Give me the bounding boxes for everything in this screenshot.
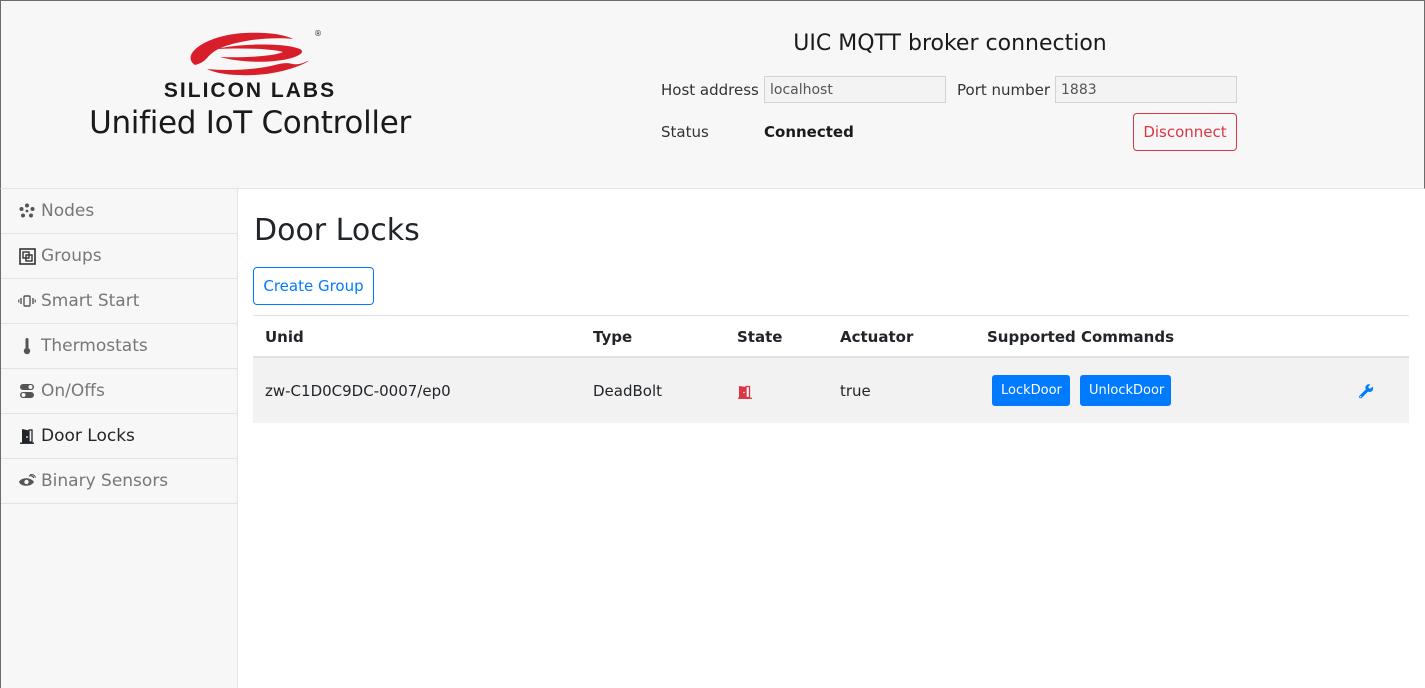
column-header-actuator[interactable]: Actuator xyxy=(840,328,913,346)
sidebar-item-label: Nodes xyxy=(41,201,95,221)
broker-status-row: Status Connected xyxy=(661,113,854,151)
sensor-icon xyxy=(18,472,36,490)
sidebar-item-label: Door Locks xyxy=(41,426,135,446)
host-label: Host address xyxy=(661,80,759,99)
app-header: ® SILICON LABS Unified IoT Controller UI… xyxy=(0,0,1425,189)
door-locks-table: Unid Type State Actuator Supported Comma… xyxy=(253,315,1409,423)
row-unid: zw-C1D0C9DC-0007/ep0 xyxy=(265,382,451,400)
silicon-labs-logo: ® xyxy=(190,29,322,76)
column-header-unid[interactable]: Unid xyxy=(265,328,304,346)
sidebar: Nodes Groups Smart Start Thermostats On/… xyxy=(0,189,238,688)
main-content: Door Locks Create Group Unid Type State … xyxy=(238,189,1425,688)
status-label: Status xyxy=(661,123,709,141)
column-header-supported-commands: Supported Commands xyxy=(987,328,1175,346)
table-row: zw-C1D0C9DC-0007/ep0 DeadBolt true LockD… xyxy=(253,358,1409,423)
nodes-icon xyxy=(18,202,36,220)
lock-door-button[interactable]: LockDoor xyxy=(992,375,1070,406)
port-label: Port number xyxy=(957,80,1051,99)
row-actuator: true xyxy=(840,382,871,400)
sidebar-item-label: Thermostats xyxy=(41,336,148,356)
sidebar-item-thermostats[interactable]: Thermostats xyxy=(1,324,237,369)
disconnect-button[interactable]: Disconnect xyxy=(1133,113,1237,151)
svg-text:®: ® xyxy=(314,29,322,38)
groups-icon xyxy=(18,247,36,265)
brand: ® SILICON LABS Unified IoT Controller xyxy=(85,25,415,141)
sidebar-item-label: On/Offs xyxy=(41,381,105,401)
wrench-icon[interactable] xyxy=(1358,383,1374,403)
sidebar-item-groups[interactable]: Groups xyxy=(1,234,237,279)
smart-start-icon xyxy=(18,292,36,310)
thermometer-icon xyxy=(18,337,36,355)
column-header-type[interactable]: Type xyxy=(593,328,632,346)
column-header-state[interactable]: State xyxy=(737,328,782,346)
row-type: DeadBolt xyxy=(593,382,663,400)
status-value: Connected xyxy=(764,123,854,141)
page-title: Door Locks xyxy=(254,213,420,248)
sidebar-item-label: Smart Start xyxy=(41,291,140,311)
door-icon xyxy=(18,427,36,445)
sidebar-item-nodes[interactable]: Nodes xyxy=(1,189,237,234)
sidebar-item-label: Groups xyxy=(41,246,102,266)
broker-address-row: Host address Port number xyxy=(661,76,1237,103)
port-number-input[interactable] xyxy=(1055,76,1237,103)
door-open-icon xyxy=(738,385,753,403)
app-title: Unified IoT Controller xyxy=(89,105,411,141)
sidebar-item-label: Binary Sensors xyxy=(41,471,169,491)
unlock-door-button[interactable]: UnlockDoor xyxy=(1080,375,1171,406)
table-header: Unid Type State Actuator Supported Comma… xyxy=(253,315,1409,358)
broker-connection-panel: UIC MQTT broker connection Host address … xyxy=(661,31,1239,151)
sidebar-item-binary-sensors[interactable]: Binary Sensors xyxy=(1,459,237,504)
sidebar-item-smart-start[interactable]: Smart Start xyxy=(1,279,237,324)
sidebar-item-on-offs[interactable]: On/Offs xyxy=(1,369,237,414)
host-address-input[interactable] xyxy=(764,76,946,103)
sidebar-item-door-locks[interactable]: Door Locks xyxy=(1,414,237,459)
brand-name: SILICON LABS xyxy=(163,79,337,102)
broker-title: UIC MQTT broker connection xyxy=(793,31,1107,56)
create-group-button[interactable]: Create Group xyxy=(253,267,374,305)
toggle-icon xyxy=(18,382,36,400)
